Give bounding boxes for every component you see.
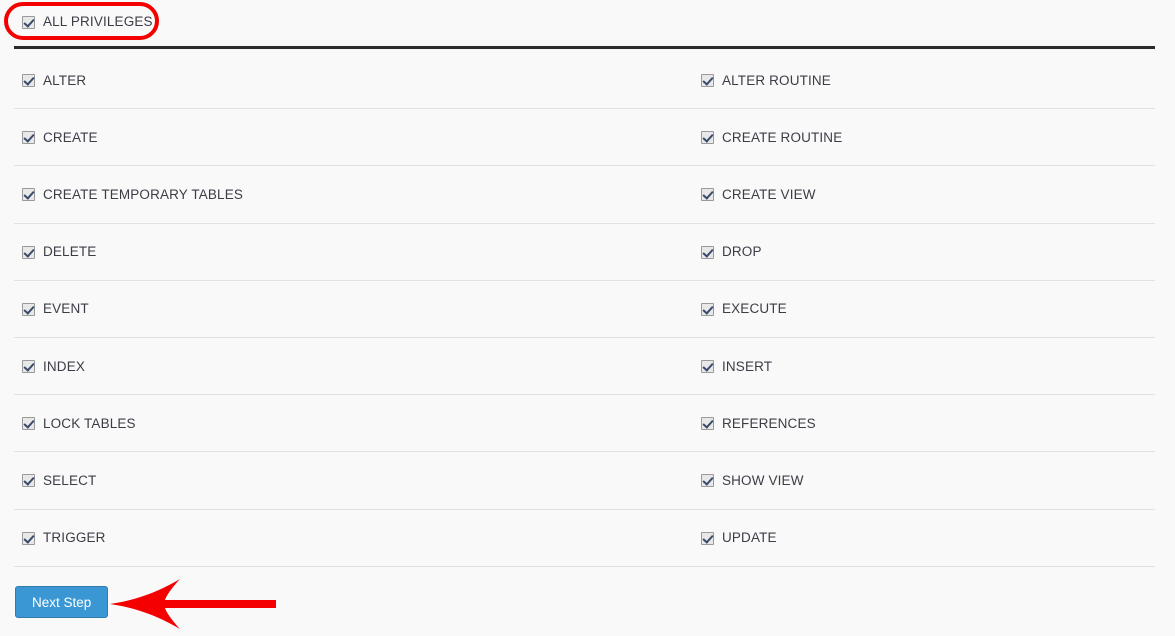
- privilege-label: CREATE VIEW: [722, 186, 816, 202]
- privilege-show-view[interactable]: SHOW VIEW: [701, 473, 804, 489]
- checkbox-checked-icon[interactable]: [701, 474, 714, 488]
- privilege-drop[interactable]: DROP: [701, 244, 762, 260]
- privilege-create-view[interactable]: CREATE VIEW: [701, 187, 816, 203]
- table-row: CREATE TEMPORARY TABLES CREATE VIEW: [0, 166, 1175, 224]
- privilege-delete[interactable]: DELETE: [22, 244, 96, 260]
- privilege-label: CREATE: [43, 129, 98, 145]
- next-step-button[interactable]: Next Step: [15, 586, 109, 618]
- checkbox-checked-icon[interactable]: [22, 74, 35, 88]
- table-row: CREATE CREATE ROUTINE: [0, 109, 1175, 167]
- checkbox-checked-icon[interactable]: [701, 360, 714, 374]
- header-divider: [14, 46, 1155, 49]
- checkbox-checked-icon[interactable]: [701, 131, 714, 145]
- checkbox-checked-icon[interactable]: [701, 74, 714, 88]
- privilege-alter-routine[interactable]: ALTER ROUTINE: [701, 73, 831, 89]
- privilege-event[interactable]: EVENT: [22, 301, 89, 317]
- privilege-update[interactable]: UPDATE: [701, 530, 777, 546]
- privilege-all-privileges[interactable]: ALL PRIVILEGES: [22, 14, 153, 30]
- privilege-label: EVENT: [43, 301, 89, 317]
- checkbox-checked-icon[interactable]: [22, 15, 35, 29]
- privilege-references[interactable]: REFERENCES: [701, 416, 816, 432]
- privilege-label: INSERT: [722, 358, 773, 374]
- table-row: ALTER ALTER ROUTINE: [0, 52, 1175, 110]
- privilege-create-routine[interactable]: CREATE ROUTINE: [701, 130, 842, 146]
- privilege-label: DELETE: [43, 244, 97, 260]
- checkbox-checked-icon[interactable]: [701, 531, 714, 545]
- privilege-label: ALTER: [43, 72, 87, 88]
- all-privileges-header: ALL PRIVILEGES: [0, 0, 1175, 52]
- privilege-trigger[interactable]: TRIGGER: [22, 530, 106, 546]
- table-row: DELETE DROP: [0, 224, 1175, 281]
- privilege-label: SELECT: [43, 472, 97, 488]
- table-row: INDEX INSERT: [0, 338, 1175, 396]
- privilege-label: CREATE TEMPORARY TABLES: [43, 186, 244, 202]
- privilege-label: REFERENCES: [722, 415, 816, 431]
- privilege-execute[interactable]: EXECUTE: [701, 301, 787, 317]
- privilege-lock-tables[interactable]: LOCK TABLES: [22, 416, 136, 432]
- annotation-arrow-icon: [110, 579, 276, 629]
- checkbox-checked-icon[interactable]: [22, 245, 35, 259]
- privilege-label: ALTER ROUTINE: [722, 72, 831, 88]
- privilege-index[interactable]: INDEX: [22, 359, 85, 375]
- table-row: LOCK TABLES REFERENCES: [0, 395, 1175, 453]
- checkbox-checked-icon[interactable]: [701, 245, 714, 259]
- privilege-alter[interactable]: ALTER: [22, 73, 86, 89]
- checkbox-checked-icon[interactable]: [22, 417, 35, 431]
- checkbox-checked-icon[interactable]: [22, 131, 35, 145]
- checkbox-checked-icon[interactable]: [22, 302, 35, 316]
- checkbox-checked-icon[interactable]: [22, 360, 35, 374]
- privilege-label: LOCK TABLES: [43, 415, 136, 431]
- privilege-label: TRIGGER: [43, 530, 106, 546]
- checkbox-checked-icon[interactable]: [22, 188, 35, 202]
- privileges-grid: ALTER ALTER ROUTINE CREATE CREATE ROUTIN…: [0, 52, 1175, 567]
- privilege-label: ALL PRIVILEGES: [43, 14, 153, 29]
- privilege-create[interactable]: CREATE: [22, 130, 98, 146]
- table-row: TRIGGER UPDATE: [0, 510, 1175, 567]
- checkbox-checked-icon[interactable]: [22, 474, 35, 488]
- privilege-create-temporary-tables[interactable]: CREATE TEMPORARY TABLES: [22, 187, 243, 203]
- privileges-page: ALL PRIVILEGES ALTER ALTER ROUTINE CREAT…: [0, 0, 1175, 636]
- privilege-select[interactable]: SELECT: [22, 473, 96, 489]
- table-row: SELECT SHOW VIEW: [0, 452, 1175, 510]
- privilege-label: CREATE ROUTINE: [722, 129, 843, 145]
- privilege-insert[interactable]: INSERT: [701, 359, 772, 375]
- privilege-label: EXECUTE: [722, 301, 787, 317]
- table-row: EVENT EXECUTE: [0, 281, 1175, 339]
- checkbox-checked-icon[interactable]: [701, 417, 714, 431]
- privilege-label: INDEX: [43, 358, 86, 374]
- checkbox-checked-icon[interactable]: [22, 531, 35, 545]
- checkbox-checked-icon[interactable]: [701, 188, 714, 202]
- checkbox-checked-icon[interactable]: [701, 302, 714, 316]
- privilege-label: SHOW VIEW: [722, 472, 804, 488]
- privilege-label: UPDATE: [722, 530, 777, 546]
- privilege-label: DROP: [722, 244, 762, 260]
